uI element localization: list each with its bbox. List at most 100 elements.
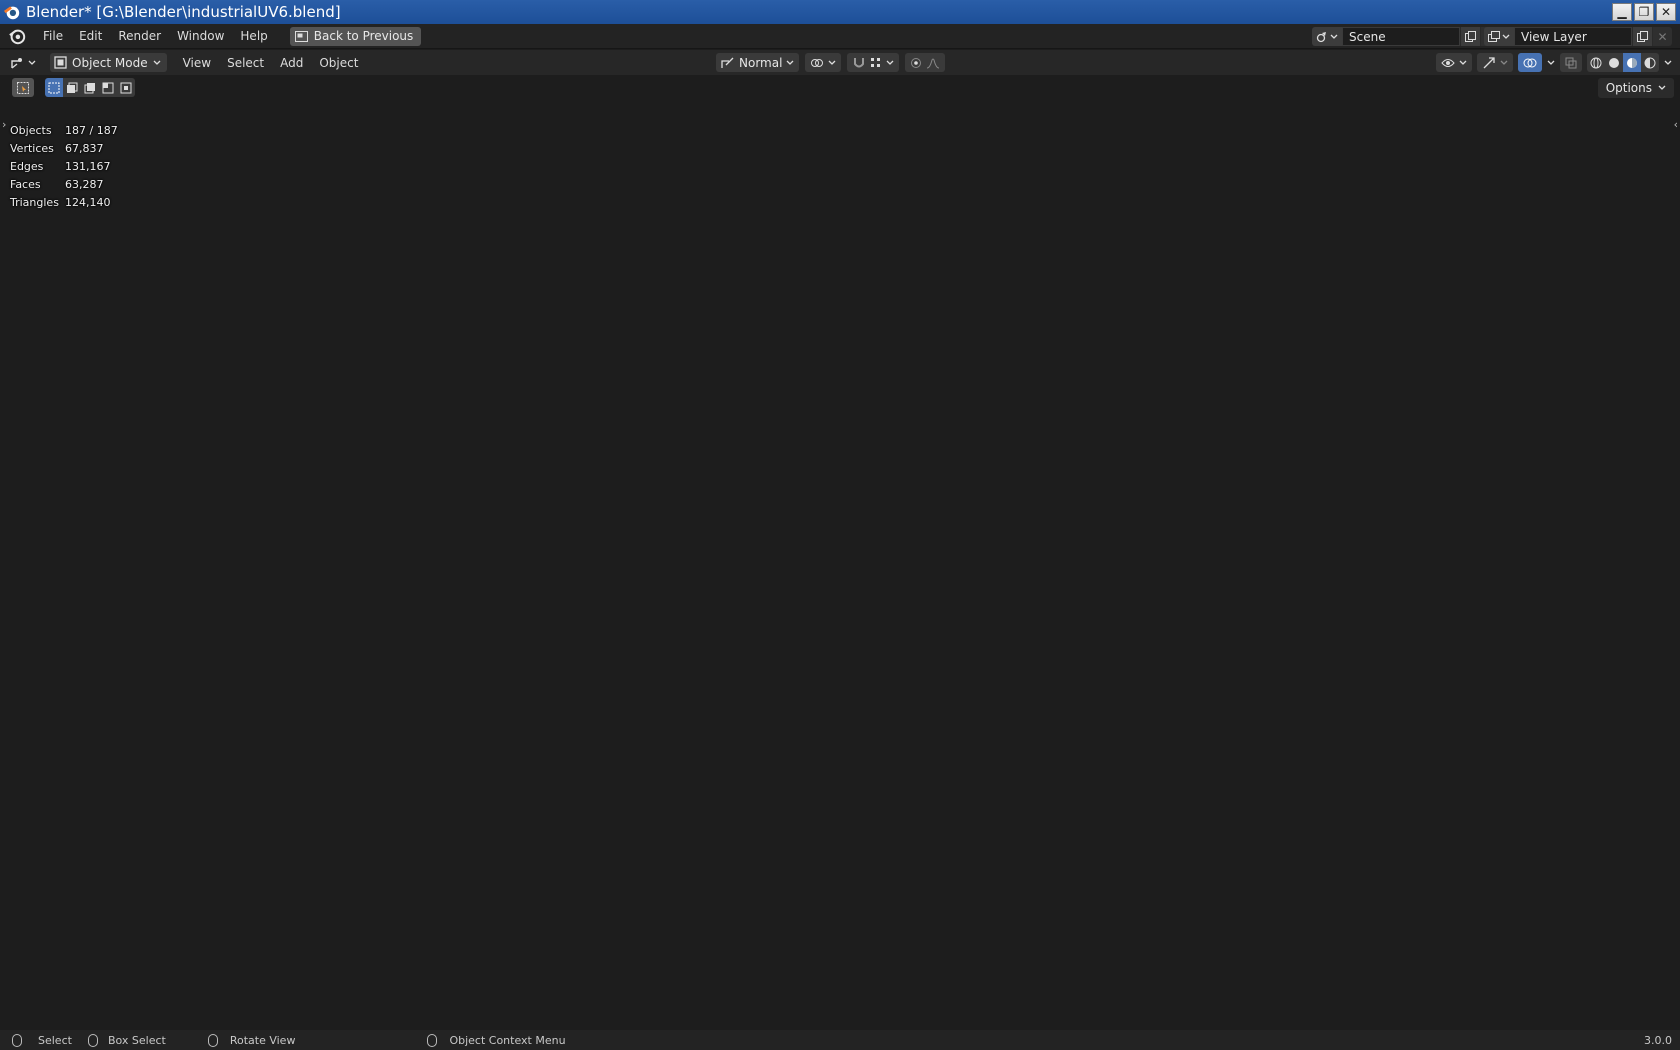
- menu-edit[interactable]: Edit: [71, 24, 110, 49]
- shading-rendered-button[interactable]: [1641, 53, 1659, 72]
- transform-orientation-select[interactable]: Normal: [716, 53, 800, 72]
- select-mode-invert-button[interactable]: [99, 78, 117, 97]
- new-scene-button[interactable]: [1460, 27, 1480, 46]
- stat-value: 131,167: [65, 159, 111, 173]
- solid-icon: [1609, 57, 1619, 68]
- menu-object[interactable]: Object: [311, 56, 366, 70]
- viewport-render: R2 G2 B2 R3 G3 B3 R4 G4 B4 V V HSV1 HSV2: [0, 50, 1680, 1030]
- stat-value: 187 / 187: [65, 123, 118, 137]
- view-layer-name-field[interactable]: View Layer: [1514, 27, 1632, 46]
- options-dropdown[interactable]: Options: [1597, 78, 1674, 98]
- stat-row-objects: Objects 187 / 187: [10, 121, 118, 139]
- select-set-icon: [48, 82, 60, 93]
- select-intersect-icon: [120, 82, 132, 93]
- selection-mode-group: [45, 78, 135, 97]
- visibility-select[interactable]: [1436, 53, 1472, 72]
- active-tool-button[interactable]: [12, 78, 34, 97]
- editor-type-button[interactable]: [10, 56, 36, 70]
- toolbar-expand-icon[interactable]: ›: [2, 118, 6, 131]
- shading-wireframe-button[interactable]: [1587, 53, 1605, 72]
- stat-value: 63,287: [65, 177, 104, 191]
- scene-name-field[interactable]: Scene: [1342, 27, 1460, 46]
- menu-help[interactable]: Help: [232, 24, 275, 49]
- shading-solid-button[interactable]: [1605, 53, 1623, 72]
- 3d-viewport[interactable]: R2 G2 B2 R3 G3 B3 R4 G4 B4 V V HSV1 HSV2: [0, 50, 1680, 1030]
- stat-row-edges: Edges 131,167: [10, 157, 118, 175]
- sidebar-expand-icon[interactable]: ‹: [1674, 118, 1678, 131]
- back-to-previous-button[interactable]: Back to Previous: [289, 26, 422, 46]
- top-bar: File Edit Render Window Help Back to Pre…: [0, 24, 1680, 49]
- select-mode-subtract-button[interactable]: [81, 78, 99, 97]
- chevron-down-icon[interactable]: [1664, 60, 1672, 66]
- delete-view-layer-button[interactable]: ✕: [1652, 27, 1672, 46]
- blender-app-icon: [4, 6, 20, 20]
- falloff-icon: [927, 58, 940, 68]
- wireframe-icon: [1590, 57, 1602, 68]
- select-invert-icon: [102, 82, 114, 93]
- hint-box-select-label: Box Select: [107, 1033, 166, 1047]
- view-layer-browse-button[interactable]: [1484, 27, 1514, 46]
- meter1-label: HSV1: [822, 700, 907, 733]
- viewport-header: Object Mode View Select Add Object Norma…: [0, 50, 1680, 75]
- scene-icon: [1316, 31, 1326, 42]
- meter2-label: HSV2: [966, 672, 1051, 705]
- status-bar: Select Box Select Rotate View Object Con…: [0, 1030, 1680, 1050]
- led-label-row1: R2 G2 B2: [992, 407, 1090, 429]
- menu-select[interactable]: Select: [219, 56, 272, 70]
- interaction-mode-select[interactable]: Object Mode: [50, 53, 167, 72]
- meter2-unit: V: [1010, 628, 1017, 639]
- overlays-icon: [1523, 58, 1537, 67]
- duplicate-icon: [1637, 31, 1648, 42]
- eye-icon: [1441, 58, 1455, 67]
- gizmo-toggle[interactable]: [1477, 53, 1513, 72]
- magnet-icon: [854, 57, 865, 67]
- chevron-down-icon[interactable]: [1547, 60, 1555, 66]
- blender-menu-icon[interactable]: [8, 27, 26, 45]
- restore-button[interactable]: ❐: [1634, 3, 1654, 21]
- back-to-previous-label: Back to Previous: [313, 29, 414, 43]
- close-button[interactable]: ✕: [1656, 3, 1676, 21]
- mouse-drag-icon: [87, 1033, 98, 1047]
- stat-label: Triangles: [10, 195, 59, 209]
- chevron-down-icon: [153, 60, 161, 65]
- new-view-layer-button[interactable]: [1632, 27, 1652, 46]
- scene-browse-button[interactable]: [1312, 27, 1342, 46]
- material-preview-icon: [1627, 57, 1637, 68]
- stat-label: Vertices: [10, 141, 54, 155]
- stat-row-triangles: Triangles 124,140: [10, 193, 118, 211]
- pivot-icon: [811, 58, 824, 67]
- select-mode-extend-button[interactable]: [63, 78, 81, 97]
- screen-back-icon: [294, 30, 308, 42]
- proportional-icon: [911, 57, 922, 68]
- select-mode-set-button[interactable]: [45, 78, 63, 97]
- xray-toggle[interactable]: [1560, 53, 1582, 72]
- pivot-point-select[interactable]: [805, 53, 842, 72]
- menu-window[interactable]: Window: [169, 24, 232, 49]
- xray-icon: [1565, 57, 1577, 68]
- chevron-down-icon: [886, 60, 894, 65]
- proportional-editing[interactable]: [905, 53, 946, 72]
- minimize-button[interactable]: ▁: [1612, 3, 1632, 21]
- stat-label: Faces: [10, 177, 41, 191]
- object-mode-icon: [54, 56, 67, 69]
- chevron-down-icon: [1502, 34, 1510, 39]
- select-box-tool-icon: [17, 81, 29, 94]
- overlays-toggle[interactable]: [1518, 53, 1542, 72]
- stat-label: Edges: [10, 159, 44, 173]
- version-label: 3.0.0: [1644, 1034, 1672, 1047]
- select-subtract-icon: [84, 82, 95, 93]
- select-mode-intersect-button[interactable]: [117, 78, 135, 97]
- stat-value: 67,837: [65, 141, 104, 155]
- transform-tools: Normal: [716, 53, 946, 72]
- led-label-row3: R4 G4 B4: [986, 501, 1084, 523]
- chevron-down-icon: [28, 60, 36, 65]
- snap-settings[interactable]: [847, 53, 900, 72]
- chevron-down-icon: [786, 60, 794, 65]
- menu-view[interactable]: View: [175, 56, 219, 70]
- hint-rotate: Rotate View: [207, 1033, 295, 1047]
- shading-material-button[interactable]: [1623, 53, 1641, 72]
- menu-add[interactable]: Add: [272, 56, 311, 70]
- scene-selector: Scene ✕: [1312, 27, 1500, 46]
- menu-file[interactable]: File: [35, 24, 71, 49]
- menu-render[interactable]: Render: [110, 24, 169, 49]
